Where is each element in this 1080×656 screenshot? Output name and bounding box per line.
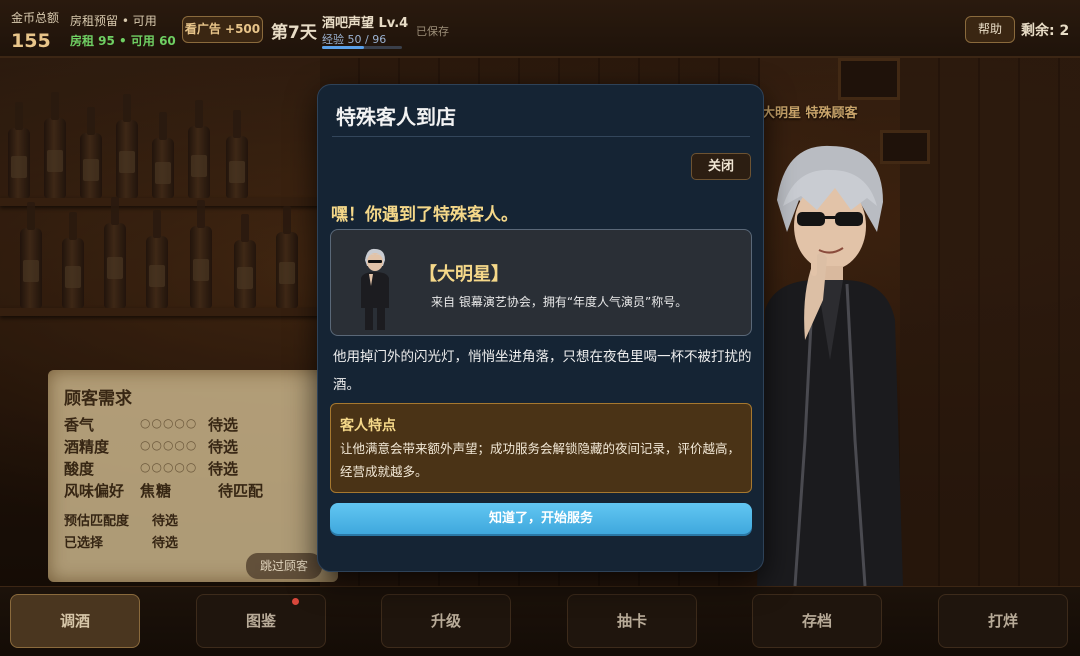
gold-label: 金币总额 xyxy=(11,11,60,25)
rent-title: 房租预留 • 可用 xyxy=(70,14,157,28)
close-button[interactable]: 关闭 xyxy=(691,153,751,180)
remaining-count: 剩余: 2 xyxy=(1021,23,1070,39)
trait-body: 让他满意会带来额外声望；成功服务会解锁隐藏的夜间记录，评价越高，经营成就越多。 xyxy=(340,441,741,479)
order-row-flavor: 风味偏好 焦糖 待匹配 xyxy=(64,480,288,501)
selected-label: 已选择 xyxy=(64,536,104,551)
order-row-label: 酸度 xyxy=(64,460,95,478)
modal-title: 特殊客人到店 xyxy=(336,105,456,129)
nav-codex-button[interactable]: 图鉴 xyxy=(196,594,326,648)
bottom-nav: 调酒 图鉴 升级 抽卡 存档 打烊 xyxy=(0,586,1080,656)
help-button[interactable]: 帮助 xyxy=(965,16,1015,43)
guest-story: 他用掉门外的闪光灯，悄悄坐进角落，只想在夜色里喝一杯不被打扰的酒。 xyxy=(333,349,752,393)
order-row-value: 待选 xyxy=(208,416,239,434)
nav-save-button[interactable]: 存档 xyxy=(752,594,882,648)
order-row-label: 香气 xyxy=(64,416,95,434)
start-service-button[interactable]: 知道了，开始服务 xyxy=(330,503,752,534)
guest-trait-box: 客人特点 让他满意会带来额外声望；成功服务会解锁隐藏的夜间记录，评价越高，经营成… xyxy=(330,403,752,493)
order-row-value: 待匹配 xyxy=(218,482,264,500)
order-row-rating: ○○○○○ xyxy=(140,460,198,474)
selected-value: 待选 xyxy=(152,536,179,551)
guest-card: 【大明星】 来自 银幕演艺协会，拥有“年度人气演员”称号。 xyxy=(330,229,752,336)
order-row-label: 酒精度 xyxy=(64,438,110,456)
celebrity-character xyxy=(755,140,905,587)
special-guest-modal: 特殊客人到店 关闭 嘿！你遇到了特殊客人。 【大明星】 来自 银幕演艺协会，拥有… xyxy=(317,84,764,572)
top-hud: 金币总额 155 房租预留 • 可用 房租 95 • 可用 60 看广告 +50… xyxy=(0,0,1080,58)
gold-value: 155 xyxy=(11,30,51,52)
order-row-aroma: 香气 ○○○○○ 待选 xyxy=(64,414,268,435)
customer-order-panel: 顾客需求 香气 ○○○○○ 待选 酒精度 ○○○○○ 待选 酸度 ○○○○○ 待… xyxy=(48,370,338,582)
match-label: 预估匹配度 xyxy=(64,514,130,529)
nav-close-shop-button[interactable]: 打烊 xyxy=(938,594,1068,648)
order-row-alcohol: 酒精度 ○○○○○ 待选 xyxy=(64,436,268,457)
match-value: 待选 xyxy=(152,514,179,529)
reputation-exp: 经验 50 / 96 xyxy=(322,33,387,46)
reputation-progress-fill xyxy=(322,46,364,49)
order-row-value: 待选 xyxy=(208,460,239,478)
reputation-title: 酒吧声望 Lv.4 xyxy=(322,16,409,31)
match-row: 预估匹配度 待选 xyxy=(64,510,178,529)
order-row-rating: ○○○○○ xyxy=(140,416,198,430)
guest-avatar xyxy=(353,248,397,330)
trait-title: 客人特点 xyxy=(340,418,396,434)
rent-values: 房租 95 • 可用 60 xyxy=(70,34,176,48)
guest-name: 【大明星】 xyxy=(419,264,509,285)
order-row-value: 待选 xyxy=(208,438,239,456)
day-counter: 第7天 xyxy=(271,23,317,43)
watch-ad-button[interactable]: 看广告 +500 xyxy=(182,16,263,43)
order-row-flavor-value: 焦糖 xyxy=(140,482,173,500)
nav-mix-button[interactable]: 调酒 xyxy=(10,594,140,648)
order-row-acidity: 酸度 ○○○○○ 待选 xyxy=(64,458,268,479)
order-row-label: 风味偏好 xyxy=(64,482,125,500)
nav-gacha-button[interactable]: 抽卡 xyxy=(567,594,697,648)
guest-description: 来自 银幕演艺协会，拥有“年度人气演员”称号。 xyxy=(431,295,688,309)
reputation-progress-bar xyxy=(322,46,402,49)
guest-tag: 大明星 特殊顾客 xyxy=(762,106,858,121)
order-title: 顾客需求 xyxy=(64,389,132,409)
order-row-rating: ○○○○○ xyxy=(140,438,198,452)
modal-headline: 嘿！你遇到了特殊客人。 xyxy=(331,205,518,225)
selected-row: 已选择 待选 xyxy=(64,532,178,551)
skip-customer-button[interactable]: 跳过顾客 xyxy=(246,553,322,579)
save-status: 已保存 xyxy=(416,25,449,38)
modal-divider xyxy=(332,136,750,137)
notification-dot xyxy=(292,598,299,605)
nav-upgrade-button[interactable]: 升级 xyxy=(381,594,511,648)
